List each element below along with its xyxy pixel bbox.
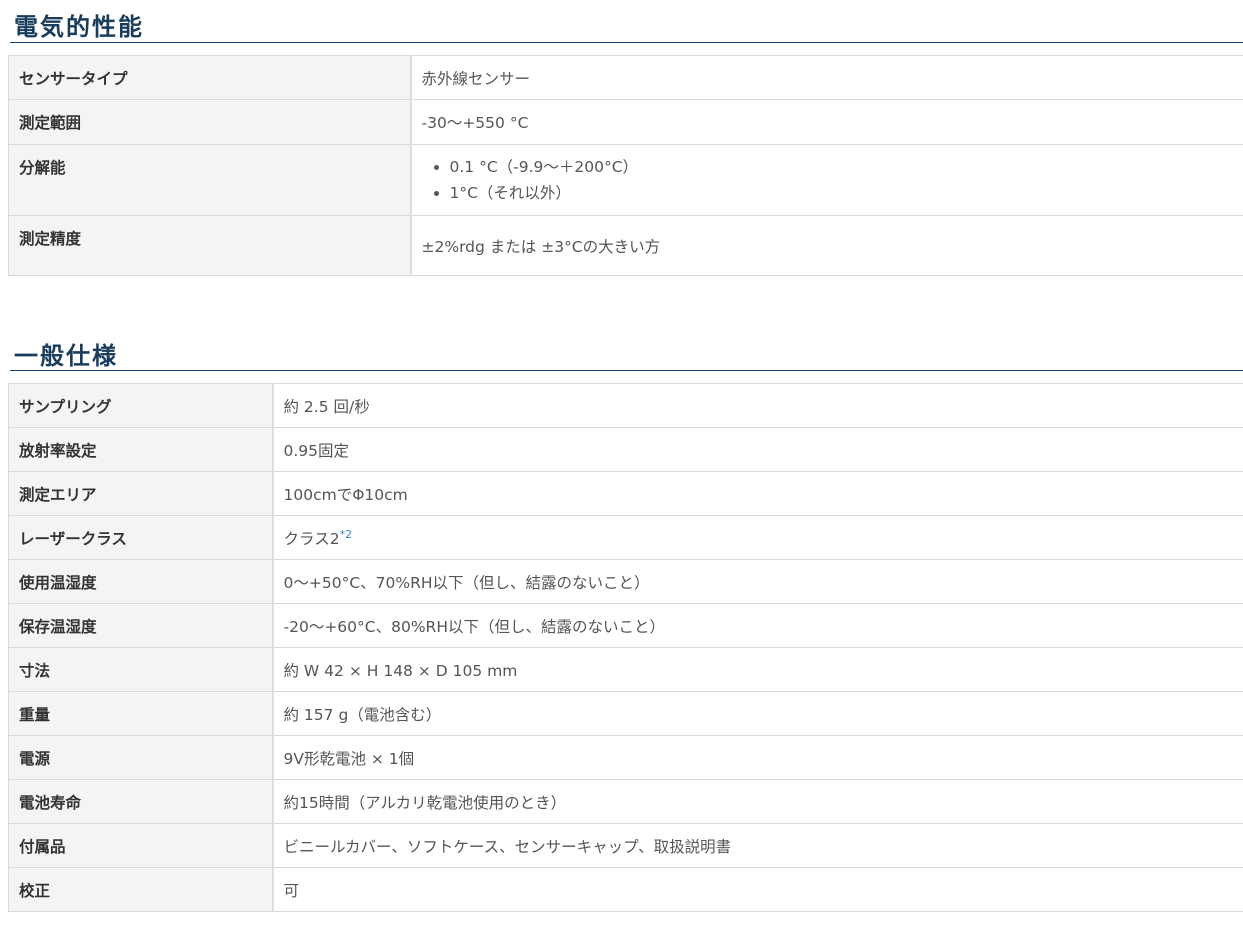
- row-value: 約 2.5 回/秒: [272, 383, 1243, 428]
- row-label: レーザークラス: [8, 515, 274, 560]
- row-value: -20〜+60°C、80%RH以下（但し、結露のないこと）: [272, 603, 1243, 648]
- row-label: 電池寿命: [8, 779, 274, 824]
- row-label: 測定範囲: [8, 99, 412, 145]
- row-label: センサータイプ: [8, 55, 412, 100]
- row-label: 分解能: [8, 144, 412, 216]
- row-label: 保存温湿度: [8, 603, 274, 648]
- general-spec-table: サンプリング 約 2.5 回/秒 放射率設定 0.95固定 測定エリア 100c…: [8, 383, 1243, 912]
- table-row: 電源 9V形乾電池 × 1個: [8, 735, 1243, 780]
- footnote-link[interactable]: *2: [340, 527, 353, 540]
- row-value: 約 157 g（電池含む）: [272, 691, 1243, 736]
- section-divider: [10, 370, 1243, 371]
- row-label: 使用温湿度: [8, 559, 274, 604]
- row-value: クラス2*2: [272, 515, 1243, 560]
- table-row: 重量 約 157 g（電池含む）: [8, 691, 1243, 736]
- row-label: 付属品: [8, 823, 274, 868]
- table-row: 付属品 ビニールカバー、ソフトケース、センサーキャップ、取扱説明書: [8, 823, 1243, 868]
- table-row: レーザークラス クラス2*2: [8, 515, 1243, 560]
- row-value: ±2%rdg または ±3°Cの大きい方: [410, 215, 1243, 276]
- table-row: 使用温湿度 0〜+50°C、70%RH以下（但し、結露のないこと）: [8, 559, 1243, 604]
- row-value: 0〜+50°C、70%RH以下（但し、結露のないこと）: [272, 559, 1243, 604]
- row-label: 測定精度: [8, 215, 412, 276]
- resolution-list: 0.1 °C（-9.9〜＋200°C） 1°C（それ以外）: [422, 154, 1234, 206]
- row-value: 約15時間（アルカリ乾電池使用のとき）: [272, 779, 1243, 824]
- row-value: 約 W 42 × H 148 × D 105 mm: [272, 647, 1243, 692]
- row-label: 校正: [8, 867, 274, 912]
- section-title-electrical: 電気的性能: [14, 13, 144, 41]
- row-label: サンプリング: [8, 383, 274, 428]
- table-row: 分解能 0.1 °C（-9.9〜＋200°C） 1°C（それ以外）: [8, 144, 1243, 216]
- table-row: サンプリング 約 2.5 回/秒: [8, 383, 1243, 428]
- row-value: -30〜+550 °C: [410, 99, 1243, 145]
- table-row: 保存温湿度 -20〜+60°C、80%RH以下（但し、結露のないこと）: [8, 603, 1243, 648]
- row-value: 0.1 °C（-9.9〜＋200°C） 1°C（それ以外）: [410, 144, 1243, 216]
- row-label: 寸法: [8, 647, 274, 692]
- row-label: 測定エリア: [8, 471, 274, 516]
- table-row: 寸法 約 W 42 × H 148 × D 105 mm: [8, 647, 1243, 692]
- laser-class-value: クラス2: [283, 529, 340, 548]
- row-value: 赤外線センサー: [410, 55, 1243, 100]
- table-row: センサータイプ 赤外線センサー: [8, 55, 1243, 100]
- row-value: 0.95固定: [272, 427, 1243, 472]
- electrical-spec-table: センサータイプ 赤外線センサー 測定範囲 -30〜+550 °C 分解能 0.1…: [8, 55, 1243, 276]
- row-value: 100cmでΦ10cm: [272, 471, 1243, 516]
- table-row: 測定精度 ±2%rdg または ±3°Cの大きい方: [8, 215, 1243, 276]
- row-value: 9V形乾電池 × 1個: [272, 735, 1243, 780]
- row-value: ビニールカバー、ソフトケース、センサーキャップ、取扱説明書: [272, 823, 1243, 868]
- row-value: 可: [272, 867, 1243, 912]
- table-row: 校正 可: [8, 867, 1243, 912]
- section-title-general: 一般仕様: [14, 342, 118, 370]
- table-row: 電池寿命 約15時間（アルカリ乾電池使用のとき）: [8, 779, 1243, 824]
- table-row: 測定エリア 100cmでΦ10cm: [8, 471, 1243, 516]
- table-row: 測定範囲 -30〜+550 °C: [8, 99, 1243, 145]
- row-label: 重量: [8, 691, 274, 736]
- row-label: 電源: [8, 735, 274, 780]
- section-divider: [10, 42, 1243, 43]
- list-item: 0.1 °C（-9.9〜＋200°C）: [450, 154, 1234, 180]
- list-item: 1°C（それ以外）: [450, 180, 1234, 206]
- row-label: 放射率設定: [8, 427, 274, 472]
- table-row: 放射率設定 0.95固定: [8, 427, 1243, 472]
